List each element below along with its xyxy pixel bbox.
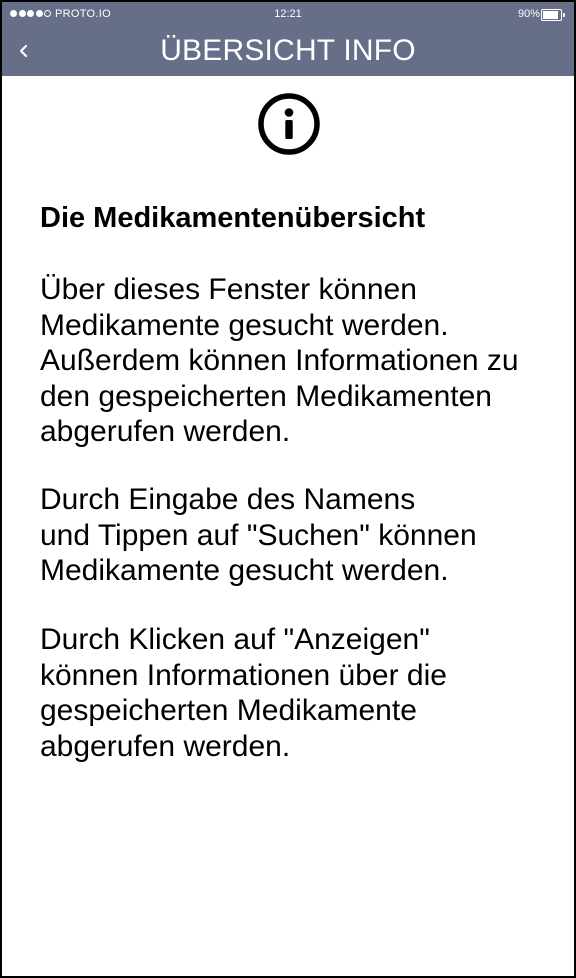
header: PROTO.IO 12:21 90% ÜBERSICHT INFO: [2, 2, 574, 76]
content-heading: Die Medikamentenübersicht: [40, 202, 426, 234]
text-line: können Informationen über die: [40, 658, 447, 692]
battery-icon: [541, 9, 565, 21]
text-line: abgerufen werden.: [40, 415, 291, 448]
text-line: gespeicherten Medikamente: [40, 694, 417, 727]
text-line: den gespeicherten Medikamenten: [40, 379, 492, 413]
text-line: Außerdem können Informationen zu: [40, 344, 519, 377]
battery-nub: [563, 13, 565, 17]
paragraph-search-overview: Über dieses Fenster können Medikamente g…: [40, 272, 519, 450]
paragraph-search-instructions: Durch Eingabe des Namens und Tippen auf …: [40, 482, 477, 589]
nav-bar: ÜBERSICHT INFO: [2, 26, 574, 76]
battery-percent: 90%: [517, 8, 540, 20]
text-line: und Tippen auf "Suchen" können: [40, 518, 477, 552]
text-line: Durch Klicken auf "Anzeigen": [40, 623, 430, 656]
text-line: Durch Eingabe des Namens: [40, 483, 416, 516]
text-line: Medikamente gesucht werden.: [40, 308, 449, 342]
info-icon: [258, 93, 320, 155]
paragraph-display-instructions: Durch Klicken auf "Anzeigen" können Info…: [40, 622, 447, 764]
phone-screen: PROTO.IO 12:21 90% ÜBERSICHT INFO Die Me…: [0, 0, 576, 978]
battery-fill: [543, 11, 559, 19]
status-time: 12:21: [274, 8, 302, 20]
text-line: Über dieses Fenster können: [40, 273, 417, 306]
text-line: Medikamente gesucht werden.: [40, 554, 449, 587]
text-line: abgerufen werden.: [40, 729, 291, 763]
status-bar: PROTO.IO 12:21 90%: [2, 2, 574, 26]
page-title: ÜBERSICHT INFO: [160, 34, 416, 67]
